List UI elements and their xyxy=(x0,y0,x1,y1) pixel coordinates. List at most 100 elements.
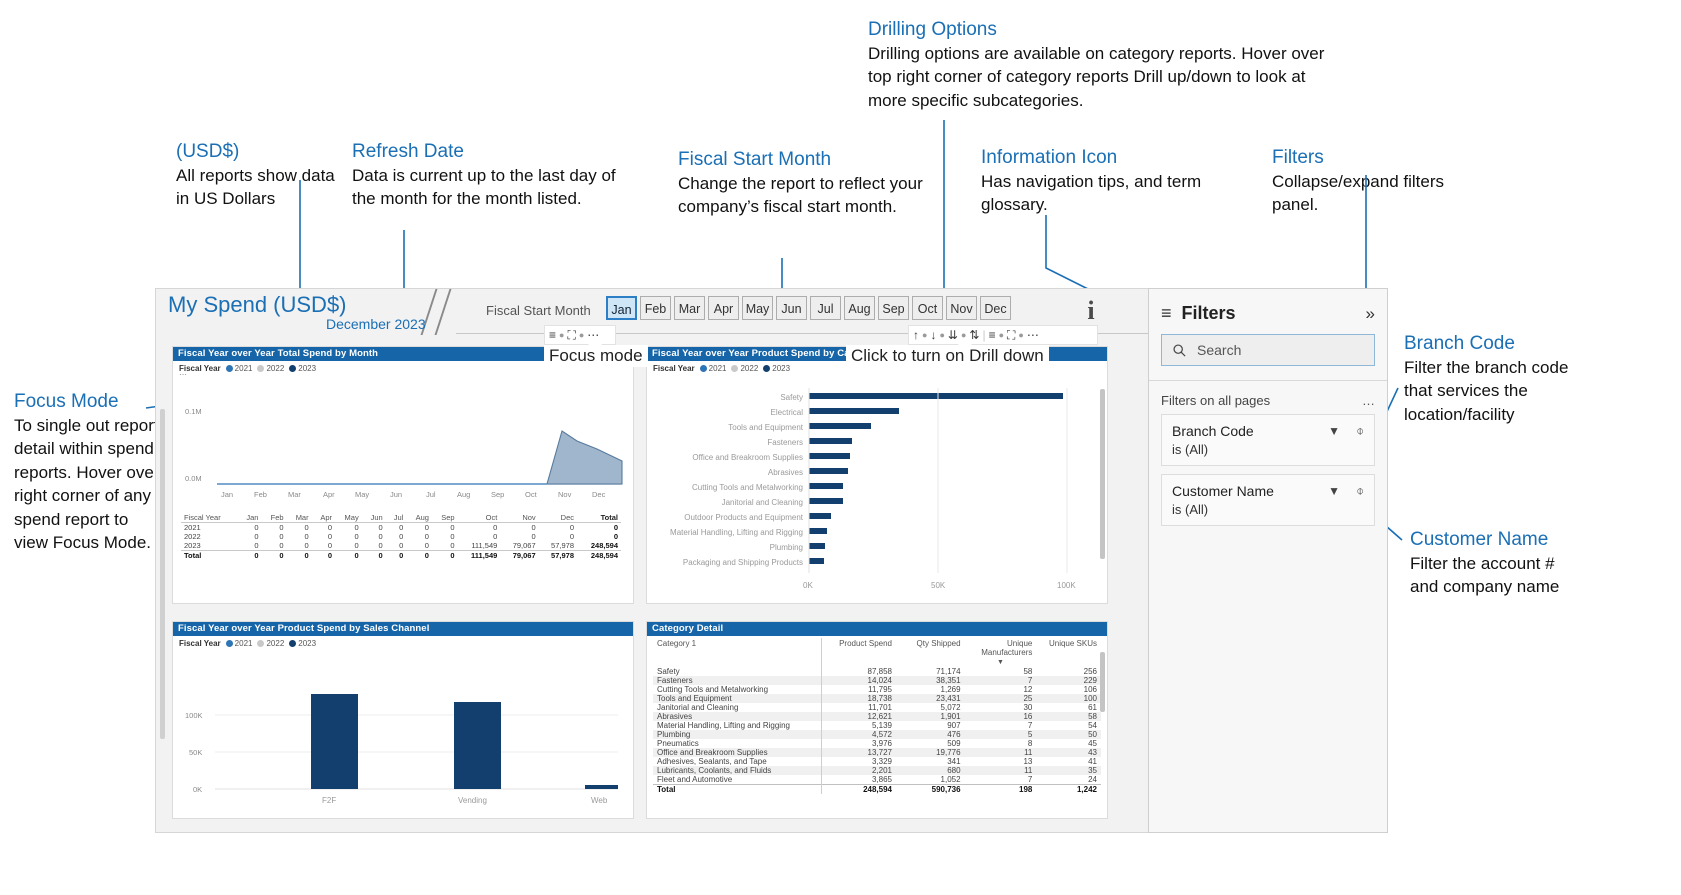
annotation-drilling-options: Drilling Options Drilling options are av… xyxy=(868,18,1338,112)
cell-qty: 1,052 xyxy=(940,775,961,784)
focus-mode-icon[interactable]: ⛶ xyxy=(567,329,575,341)
svg-text:0.1M: 0.1M xyxy=(185,407,202,416)
cell: 111,549 xyxy=(457,550,501,560)
legend-item-2023[interactable]: 2023 xyxy=(289,639,316,648)
focus-mode-icon[interactable]: ⛶ xyxy=(1007,329,1015,341)
dot-separator: ● xyxy=(1018,329,1024,340)
legend-text: 2023 xyxy=(298,639,317,648)
annotation-body: Filter the branch code that services the… xyxy=(1404,357,1569,424)
legend-item-2021[interactable]: 2021 xyxy=(699,364,726,373)
filters-title: Filters xyxy=(1181,303,1236,323)
legend-item-2021[interactable]: 2021 xyxy=(225,639,252,648)
cell: 0 xyxy=(531,523,536,532)
annotation-filters: Filters Collapse/expand filters panel. xyxy=(1272,146,1452,217)
legend-item-2023[interactable]: 2023 xyxy=(289,364,316,373)
month-button-sep[interactable]: Sep xyxy=(878,296,909,320)
month-button-jun[interactable]: Jun xyxy=(776,296,807,320)
table-row: Janitorial and Cleaning 11,701 5,072 30 61 xyxy=(653,703,1101,712)
col-unique-manufacturers[interactable]: Unique Manufacturers xyxy=(965,638,1037,658)
month-selector[interactable]: Jan Feb Mar Apr May Jun Jul Aug Sep Oct … xyxy=(606,296,1011,320)
month-button-nov[interactable]: Nov xyxy=(946,296,977,320)
cell-mfr: 198 xyxy=(964,784,1037,794)
cell: 0 xyxy=(327,541,332,550)
clear-filter-icon[interactable]: ⌽ xyxy=(1356,423,1364,439)
clear-filter-icon[interactable]: ⌽ xyxy=(1356,483,1364,499)
chevron-down-icon[interactable]: ▼ xyxy=(1328,484,1340,498)
cell-skus: 35 xyxy=(1036,766,1101,775)
col-unique-skus[interactable]: Unique SKUs xyxy=(1036,638,1101,658)
annotation-body: Drilling options are available on catego… xyxy=(868,43,1325,110)
legend-item-2023[interactable]: 2023 xyxy=(763,364,790,373)
month-button-dec[interactable]: Dec xyxy=(980,296,1011,320)
drill-down-icon[interactable]: ↓ xyxy=(930,329,936,341)
month-button-jul[interactable]: Jul xyxy=(810,296,841,320)
legend-text: 2023 xyxy=(298,364,317,373)
page-scrollbar[interactable] xyxy=(160,409,165,739)
cell-spend: 13,727 xyxy=(821,748,896,757)
visual2-hover-toolbar[interactable]: ↑ ● ↓ ● ⇊ ● ⇅ | ≡ ● ⛶ ● ⋯ xyxy=(908,325,1098,345)
information-icon[interactable]: i xyxy=(1076,294,1106,328)
col-qty-shipped[interactable]: Qty Shipped xyxy=(896,638,965,658)
month-button-jan[interactable]: Jan xyxy=(606,296,637,320)
legend-item-2022[interactable]: 2022 xyxy=(257,364,284,373)
vertical-scrollbar[interactable] xyxy=(1100,652,1105,712)
cell-qty: 680 xyxy=(896,766,965,775)
filter-value: is (All) xyxy=(1172,442,1209,457)
month-button-mar[interactable]: Mar xyxy=(674,296,705,320)
annotation-branch-code: Branch Code Filter the branch code that … xyxy=(1404,332,1584,426)
drill-up-icon[interactable]: ↑ xyxy=(913,329,919,341)
visual1-hover-toolbar[interactable]: ≡ ● ⛶ ● ⋯ xyxy=(544,325,616,345)
filters-search[interactable]: Search xyxy=(1161,334,1375,366)
month-button-feb[interactable]: Feb xyxy=(640,296,671,320)
cell-skus: 106 xyxy=(1083,685,1097,694)
cell: 0 xyxy=(327,523,332,532)
svg-text:50K: 50K xyxy=(189,748,202,757)
vertical-scrollbar[interactable] xyxy=(1100,389,1105,559)
dot-separator: ● xyxy=(559,329,565,340)
month-button-apr[interactable]: Apr xyxy=(708,296,739,320)
table-row: Office and Breakroom Supplies 13,727 19,77… xyxy=(653,748,1101,757)
legend-text: 2023 xyxy=(772,364,791,373)
cell-category: Pneumatics xyxy=(653,739,823,748)
month-button-oct[interactable]: Oct xyxy=(912,296,943,320)
legend-text: 2022 xyxy=(266,639,285,648)
cell-qty: 509 xyxy=(947,739,961,748)
filter-icon[interactable]: ≡ xyxy=(989,329,996,341)
svg-text:Fasteners: Fasteners xyxy=(767,438,803,447)
cell-mfr: 11 xyxy=(964,766,1037,775)
annotation-customer-name: Customer Name Filter the account # and c… xyxy=(1410,528,1585,599)
month-button-may[interactable]: May xyxy=(742,296,773,320)
month-button-aug[interactable]: Aug xyxy=(844,296,875,320)
table-total-row: Total 248,594 590,736 198 1,242 xyxy=(653,784,1101,794)
cell-skus: 1,242 xyxy=(1036,784,1101,794)
cell-year: 2022 xyxy=(184,532,201,541)
col-category-1[interactable]: Category 1 xyxy=(653,638,823,658)
cell-spend: 3,329 xyxy=(871,757,892,766)
table-row: Plumbing 4,572 476 5 50 xyxy=(653,730,1101,739)
svg-text:Abrasives: Abrasives xyxy=(768,468,803,477)
col-oct: Oct xyxy=(457,513,501,523)
cell-label: Total xyxy=(181,550,238,560)
cell-mfr: 7 xyxy=(964,676,1037,685)
annotation-body: Has navigation tips, and term glossary. xyxy=(981,171,1202,215)
legend-item-2022[interactable]: 2022 xyxy=(731,364,758,373)
cell-skus: 43 xyxy=(1036,748,1101,757)
filter-card-customer-name[interactable]: Customer Name is (All) ▼ ⌽ xyxy=(1161,474,1375,526)
cell-qty: 341 xyxy=(947,757,961,766)
legend-item-2021[interactable]: 2021 xyxy=(225,364,252,373)
filter-card-branch-code[interactable]: Branch Code is (All) ▼ ⌽ xyxy=(1161,414,1375,466)
chevron-down-icon[interactable]: ▼ xyxy=(1328,424,1340,438)
more-options-icon[interactable]: … xyxy=(1362,393,1375,408)
filter-icon[interactable]: ≡ xyxy=(549,329,556,341)
sort-descending-icon[interactable]: ▼ xyxy=(965,658,1037,667)
cell-category: Janitorial and Cleaning xyxy=(653,703,823,712)
cell: 0 xyxy=(569,523,574,532)
col-product-spend[interactable]: Product Spend xyxy=(822,638,896,658)
cell: 0 xyxy=(254,523,259,532)
table-row: Adhesives, Sealants, and Tape 3,329 341 13 4… xyxy=(653,757,1101,766)
collapse-filters-icon[interactable]: » xyxy=(1366,304,1375,324)
more-options-icon[interactable]: ⋯ xyxy=(1027,329,1039,341)
svg-text:Aug: Aug xyxy=(457,490,470,499)
cell-qty: 38,351 xyxy=(896,676,965,685)
legend-item-2022[interactable]: 2022 xyxy=(257,639,284,648)
